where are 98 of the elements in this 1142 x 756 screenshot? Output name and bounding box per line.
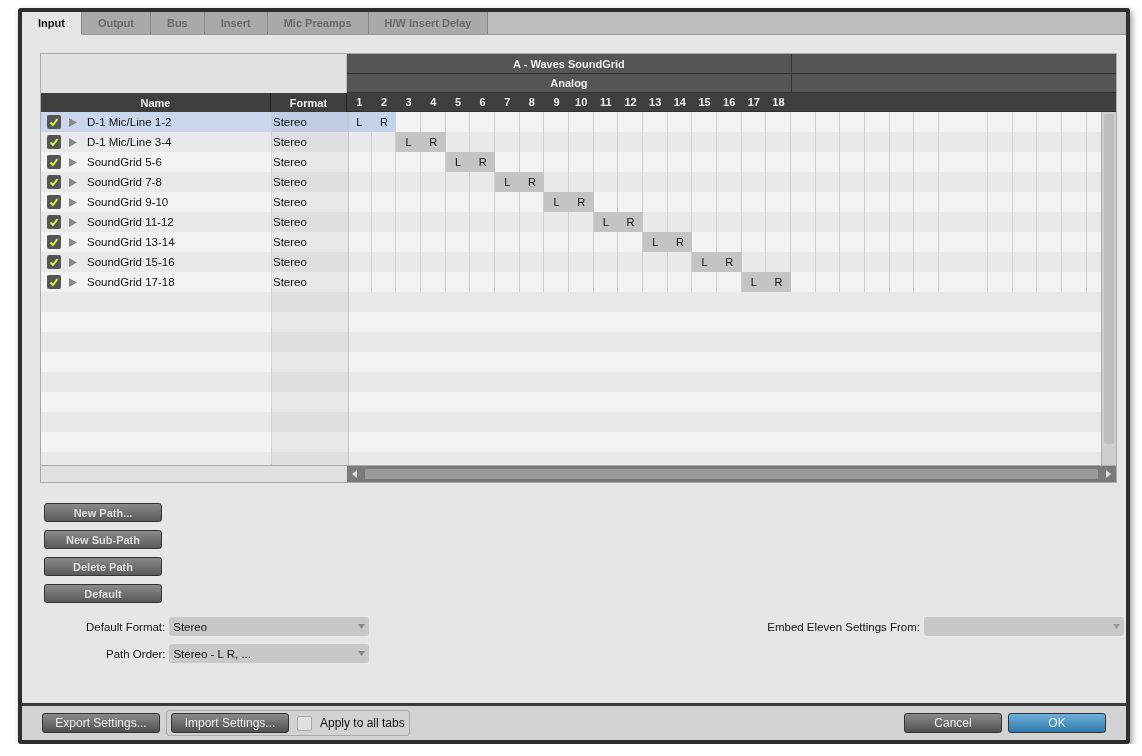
table-cell-text: Stereo bbox=[272, 176, 308, 188]
table-cell-text: Stereo bbox=[272, 256, 308, 268]
channel-number: 8 bbox=[527, 95, 536, 110]
channel-cell[interactable]: L bbox=[544, 192, 569, 212]
table-cell-text: SoundGrid 5-6 bbox=[87, 156, 163, 168]
table-cell-text: Stereo bbox=[272, 236, 308, 248]
channel-number: 11 bbox=[599, 95, 613, 110]
table-cell-text: SoundGrid 11-12 bbox=[87, 216, 175, 228]
channel-number: 13 bbox=[648, 95, 663, 110]
table-cell-text: Stereo bbox=[272, 276, 308, 288]
path-button[interactable]: Delete Path bbox=[44, 557, 162, 576]
tab[interactable]: Input bbox=[22, 12, 82, 35]
table-cell-text: SoundGrid 15-16 bbox=[87, 256, 176, 268]
channel-number: 6 bbox=[478, 95, 487, 110]
path-button[interactable]: New Path... bbox=[44, 503, 162, 522]
channel-cell[interactable]: L bbox=[347, 112, 372, 132]
channel-cell[interactable]: R bbox=[568, 192, 594, 212]
table-row[interactable]: SoundGrid 13-14 Stereo bbox=[41, 232, 347, 252]
channel-cell[interactable]: R bbox=[766, 272, 791, 292]
field-label: Path Order: bbox=[106, 647, 166, 660]
channel-cell[interactable]: L bbox=[396, 132, 421, 152]
caret-icon bbox=[358, 651, 366, 656]
channel-number: 5 bbox=[453, 95, 462, 110]
channel-number: 2 bbox=[379, 95, 389, 110]
horizontal-scrollbar[interactable] bbox=[347, 466, 1116, 482]
channel-cell[interactable]: R bbox=[420, 132, 446, 152]
table-row[interactable]: SoundGrid 9-10 Stereo bbox=[41, 192, 347, 212]
checkbox[interactable] bbox=[47, 215, 61, 229]
table-row[interactable]: SoundGrid 11-12 Stereo bbox=[41, 212, 347, 232]
column-header: Name bbox=[41, 93, 271, 112]
table-cell-text: SoundGrid 13-14 bbox=[87, 236, 176, 248]
channel-cell[interactable]: L bbox=[642, 232, 668, 252]
channel-cell[interactable]: R bbox=[519, 172, 545, 192]
field-label: Default Format: bbox=[86, 620, 166, 633]
table-cell-text: Stereo bbox=[272, 156, 308, 168]
path-button[interactable]: Default bbox=[44, 584, 162, 603]
checkbox[interactable] bbox=[47, 115, 61, 129]
channel-cell[interactable]: L bbox=[692, 252, 717, 272]
cancel-button[interactable]: Cancel bbox=[904, 713, 1002, 733]
caret-icon bbox=[358, 624, 366, 629]
channel-number: 17 bbox=[746, 95, 761, 110]
export-button[interactable]: Export Settings... bbox=[42, 713, 160, 733]
table-cell-text: D-1 Mic/Line 3-4 bbox=[87, 136, 173, 148]
group-header: Analog bbox=[347, 74, 1116, 93]
channel-cell[interactable]: R bbox=[667, 232, 693, 252]
checkbox[interactable] bbox=[47, 175, 61, 189]
table-cell-text: SoundGrid 9-10 bbox=[87, 196, 170, 208]
checkbox-label: Apply to all tabs bbox=[320, 716, 405, 730]
channel-number: 1 bbox=[355, 95, 364, 110]
checkbox[interactable] bbox=[47, 275, 61, 289]
channel-cell[interactable]: R bbox=[716, 252, 742, 272]
channel-cell[interactable]: R bbox=[371, 112, 397, 132]
path-button[interactable]: New Sub-Path bbox=[44, 530, 162, 549]
table-cell-text: SoundGrid 17-18 bbox=[87, 276, 176, 288]
table-row[interactable]: SoundGrid 5-6 Stereo bbox=[41, 152, 347, 172]
checkbox[interactable] bbox=[297, 715, 312, 731]
channel-number: 3 bbox=[404, 95, 413, 110]
checkbox[interactable] bbox=[47, 155, 61, 169]
channel-cell[interactable]: R bbox=[470, 152, 495, 172]
channel-number: 16 bbox=[722, 95, 737, 110]
table-cell-text: Stereo bbox=[272, 196, 308, 208]
scroll-left-icon[interactable] bbox=[351, 470, 359, 478]
channel-number: 4 bbox=[429, 95, 438, 110]
table-cell-text: Stereo bbox=[272, 116, 308, 128]
device-header: A - Waves SoundGrid bbox=[347, 54, 1116, 74]
channel-number: 15 bbox=[697, 95, 712, 110]
table-row[interactable]: SoundGrid 15-16 Stereo bbox=[41, 252, 347, 272]
channel-cell[interactable]: R bbox=[618, 212, 643, 232]
table-cell-text: D-1 Mic/Line 1-2 bbox=[87, 116, 173, 128]
table-cell-text: Stereo bbox=[272, 136, 308, 148]
checkbox[interactable] bbox=[47, 235, 61, 249]
caret-icon bbox=[1113, 624, 1120, 629]
checkbox[interactable] bbox=[47, 135, 61, 149]
channel-number: 18 bbox=[771, 95, 786, 110]
channel-number: 10 bbox=[574, 95, 589, 110]
order-dropdown[interactable]: Stereo - L R, ... bbox=[169, 644, 370, 663]
channel-number: 9 bbox=[552, 95, 561, 110]
table-row[interactable]: SoundGrid 7-8 Stereo bbox=[41, 172, 347, 192]
table-cell-text: Stereo bbox=[272, 216, 308, 228]
format-dropdown[interactable]: Stereo bbox=[169, 617, 370, 636]
checkbox[interactable] bbox=[47, 255, 61, 269]
channel-cell[interactable]: L bbox=[445, 152, 471, 172]
channel-cell[interactable]: L bbox=[741, 272, 767, 292]
channel-number: 12 bbox=[623, 95, 638, 110]
channel-cell[interactable]: L bbox=[494, 172, 520, 192]
table-row[interactable]: D-1 Mic/Line 3-4 Stereo bbox=[41, 132, 347, 152]
channel-number: 14 bbox=[672, 95, 687, 110]
field-label: Embed Eleven Settings From: bbox=[767, 620, 920, 633]
table-row[interactable]: D-1 Mic/Line 1-2 Stereo bbox=[41, 112, 347, 132]
column-header: Format bbox=[271, 93, 347, 112]
channel-number: 7 bbox=[503, 95, 512, 110]
channel-cell[interactable]: L bbox=[593, 212, 619, 232]
vertical-scrollbar[interactable] bbox=[1101, 112, 1116, 465]
scroll-right-icon[interactable] bbox=[1104, 470, 1112, 478]
table-cell-text: SoundGrid 7-8 bbox=[87, 176, 163, 188]
checkbox[interactable] bbox=[47, 195, 61, 209]
table-row[interactable]: SoundGrid 17-18 Stereo bbox=[41, 272, 347, 292]
import-button[interactable]: Import Settings... bbox=[171, 713, 289, 733]
